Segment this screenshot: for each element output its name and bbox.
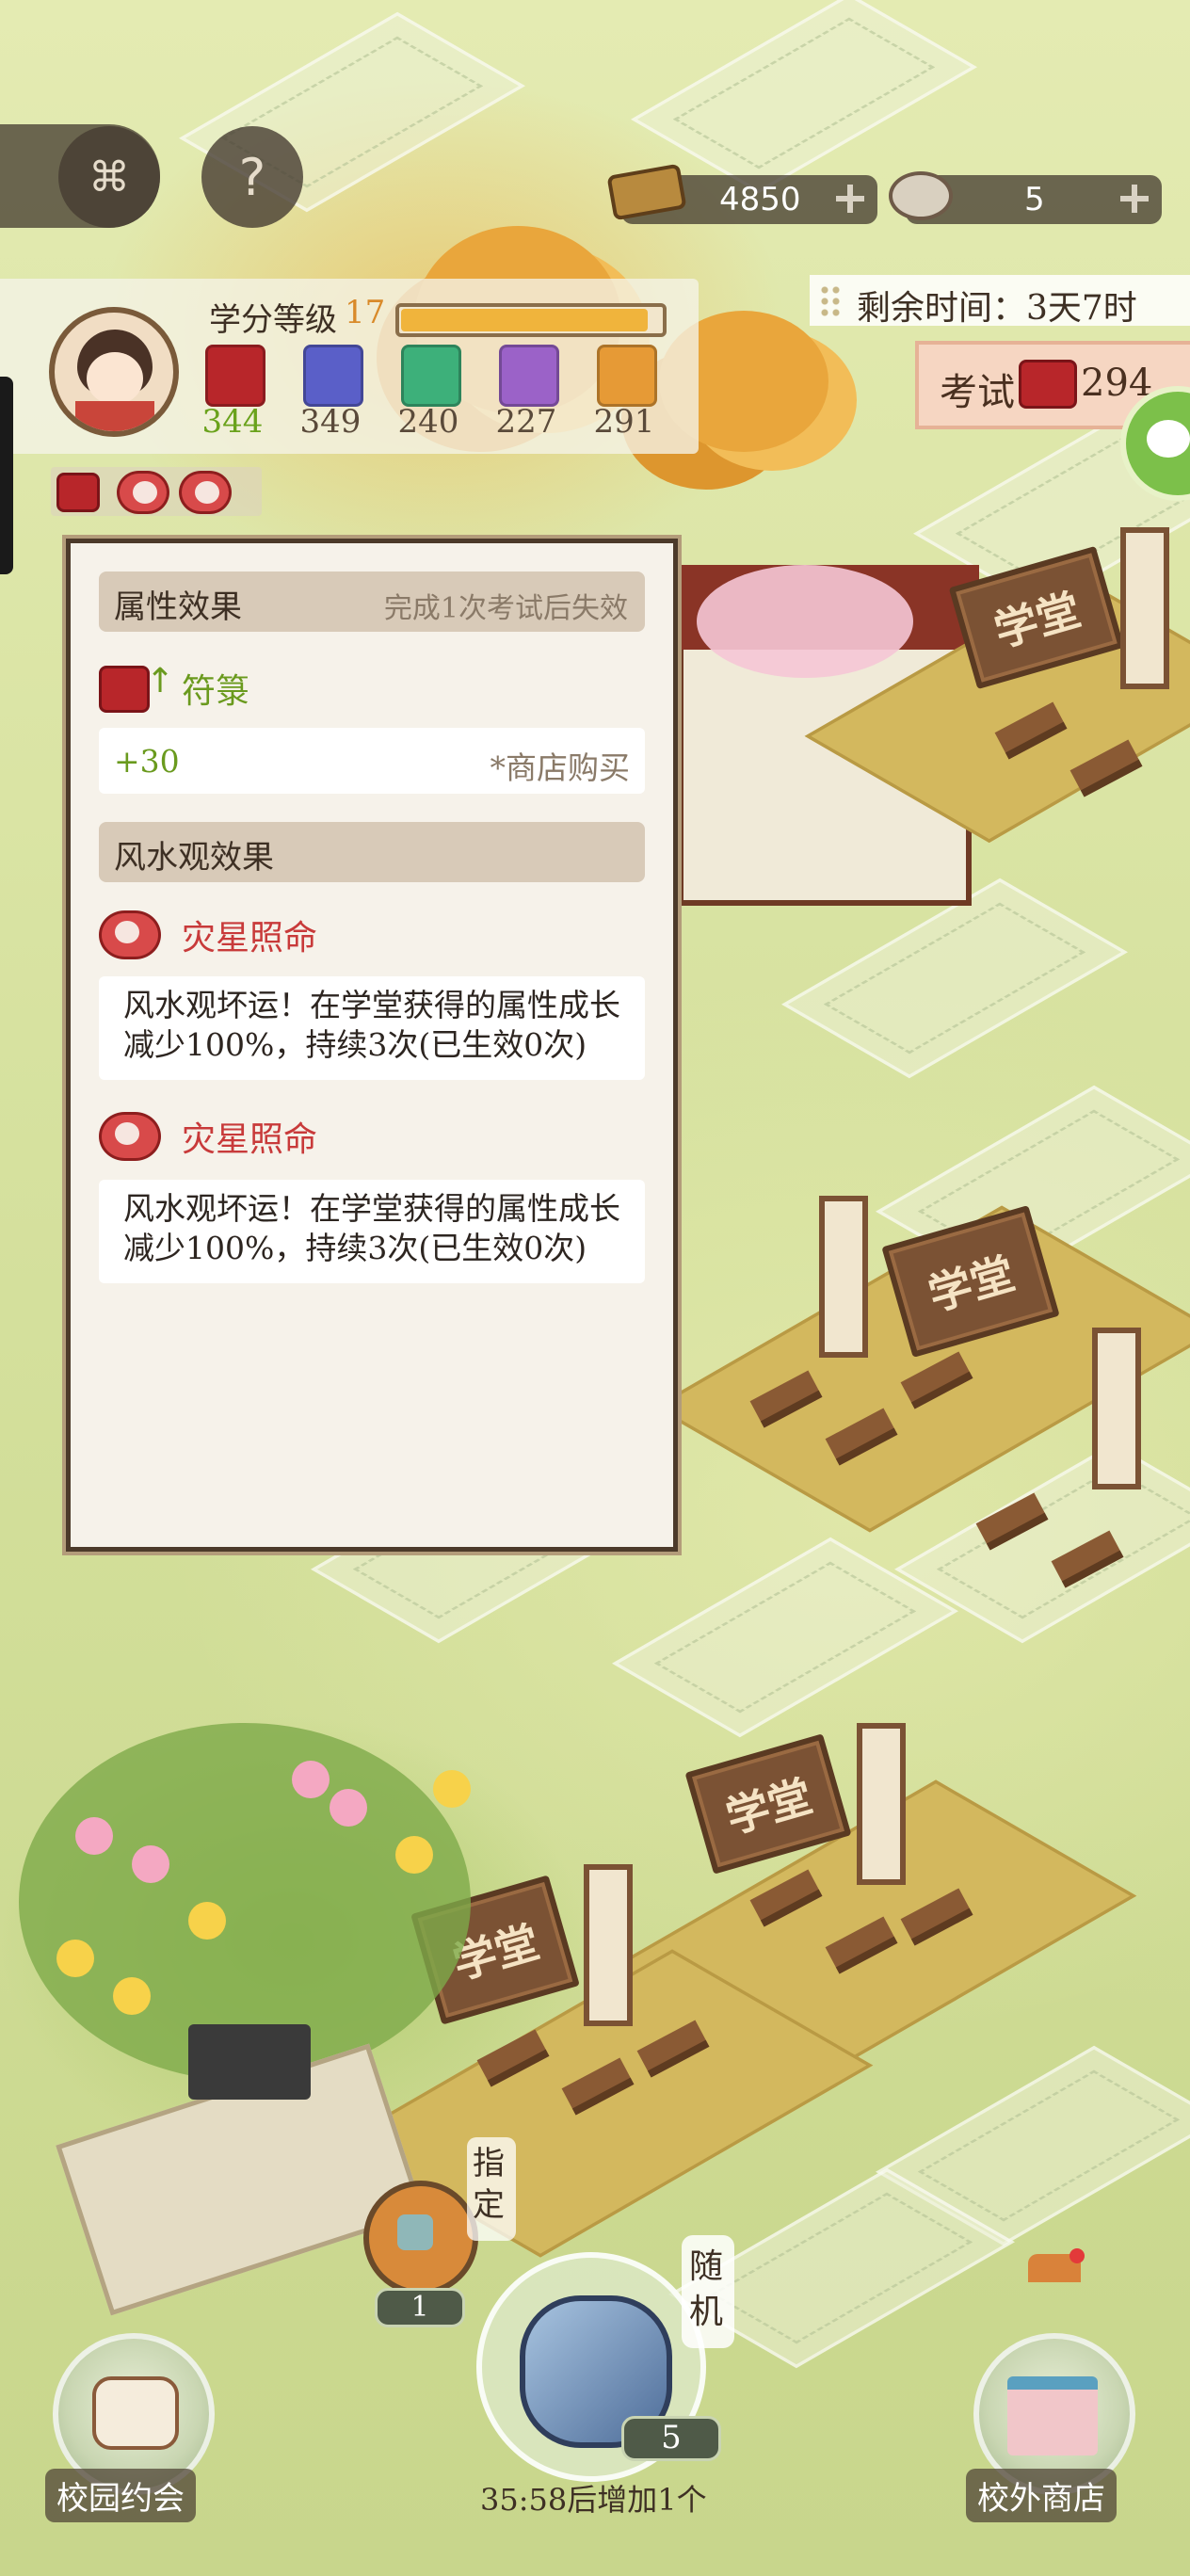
shop-notification-icon [1028, 2248, 1085, 2282]
map-nav-button[interactable]: ⌘ [58, 126, 160, 228]
effect-title: 灾星照命 [182, 1120, 318, 1159]
assign-count-value: 1 [410, 2291, 429, 2324]
buff-name: 符箓 [182, 672, 250, 711]
assign-label: 指定 [473, 2145, 505, 2224]
stat-value: 344 [201, 403, 264, 441]
help-button[interactable]: ? [201, 126, 303, 228]
random-count: 5 [621, 2416, 721, 2461]
bad-luck-icon [117, 471, 169, 514]
stat-icon[interactable] [499, 345, 559, 407]
effect-title: 灾星照命 [182, 919, 318, 958]
stat-icon[interactable] [303, 345, 363, 407]
assign-count: 1 [375, 2288, 465, 2327]
nav-icon: ⌘ [88, 153, 130, 201]
random-count-value: 5 [661, 2419, 682, 2456]
time-remaining-text: 剩余时间：3天7时 [857, 289, 1137, 328]
side-tab[interactable] [0, 377, 13, 574]
chat-icon [1147, 420, 1190, 458]
section-title: 属性效果 [114, 588, 242, 626]
buff-row: +30 *商店购买 [99, 728, 645, 794]
stat-value: 291 [593, 403, 655, 441]
section-title: 风水观效果 [114, 839, 274, 877]
add-coins-button[interactable] [836, 185, 864, 213]
bad-luck-icon [99, 910, 161, 959]
outside-shop-label: 校外商店 [966, 2469, 1117, 2522]
section-header-attribute: 属性效果 完成1次考试后失效 [99, 572, 645, 632]
bad-luck-icon [99, 1112, 161, 1161]
attribute-effects-panel: 属性效果 完成1次考试后失效 ↑ 符箓 +30 *商店购买 风水观效果 灾星照命… [66, 539, 678, 1552]
talisman-buff-icon [56, 473, 100, 512]
random-label-tag: 随机 [682, 2235, 734, 2348]
stat-icon[interactable] [597, 345, 657, 407]
students-icon [92, 2376, 179, 2450]
dots-icon [819, 284, 842, 316]
section-note: 完成1次考试后失效 [383, 592, 628, 625]
random-label: 随机 [689, 2247, 724, 2331]
stat-icon[interactable] [401, 345, 461, 407]
level-progress-bar [395, 303, 667, 337]
active-buffs[interactable] [51, 467, 262, 516]
bad-luck-icon [179, 471, 232, 514]
campus-date-label: 校园约会 [45, 2469, 196, 2522]
section-header-fengshui: 风水观效果 [99, 822, 645, 882]
refill-timer: 35:58后增加1个 [480, 2482, 707, 2518]
stat-value: 240 [397, 403, 459, 441]
effect-desc: 风水观坏运！在学堂获得的属性成长减少100%，持续3次(已生效0次) [123, 987, 620, 1063]
assign-label-tag: 指定 [467, 2137, 516, 2241]
level-label: 学分等级 [209, 301, 337, 339]
add-keys-button[interactable] [1120, 185, 1149, 213]
up-arrow-icon: ↑ [146, 662, 175, 700]
coin-value: 4850 [719, 181, 801, 218]
stat-icon[interactable] [205, 345, 265, 407]
buff-value: +30 [114, 743, 180, 780]
level-progress-fill [401, 309, 648, 331]
time-remaining: 剩余时间：3天7时 [810, 275, 1190, 328]
level-value: 17 [345, 294, 386, 331]
assign-dice-button[interactable] [363, 2181, 478, 2295]
question-icon: ? [238, 147, 266, 207]
effect-desc: 风水观坏运！在学堂获得的属性成长减少100%，持续3次(已生效0次) [123, 1190, 620, 1266]
stat-value: 227 [495, 403, 557, 441]
exam-label: 考试 [940, 371, 1015, 414]
avatar[interactable] [49, 307, 179, 437]
buff-source: *商店购买 [490, 749, 631, 786]
key-value: 5 [1024, 181, 1045, 218]
talisman-icon [1019, 360, 1077, 409]
shop-stall-icon [1007, 2376, 1098, 2455]
dice-icon [397, 2214, 433, 2250]
stat-value: 349 [299, 403, 362, 441]
talisman-icon [99, 666, 150, 713]
key-icon [889, 171, 953, 220]
